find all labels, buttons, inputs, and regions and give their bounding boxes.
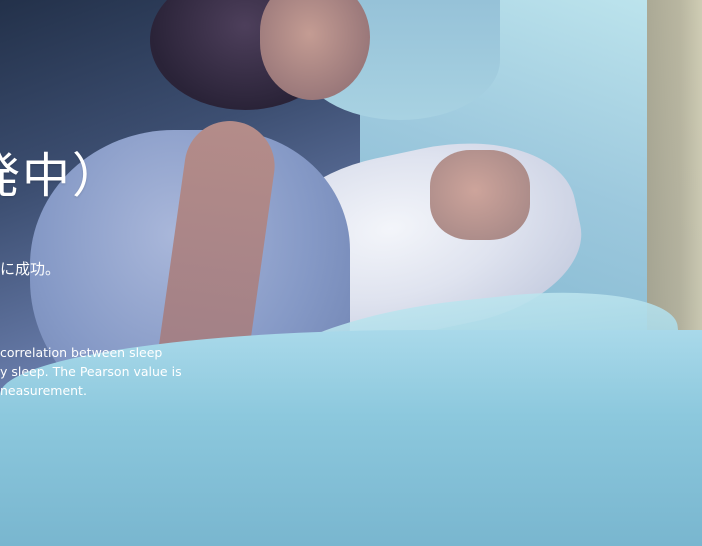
hero-description: correlation between sleep y sleep. The P… xyxy=(0,343,250,400)
sleeper-hand xyxy=(430,150,530,240)
description-line: neasurement. xyxy=(0,383,87,398)
hero-subtitle: に成功。 xyxy=(0,260,61,278)
hero-title: 発中） xyxy=(0,148,123,204)
hero-background-image xyxy=(0,0,702,546)
description-line: correlation between sleep xyxy=(0,345,163,360)
description-line: y sleep. The Pearson value is xyxy=(0,364,182,379)
